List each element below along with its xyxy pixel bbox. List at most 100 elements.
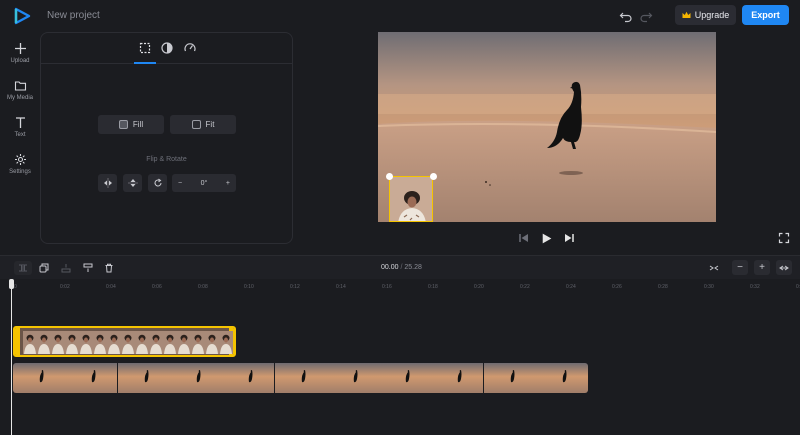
layer-up-icon	[83, 263, 93, 272]
clip-thumbnail	[135, 331, 149, 354]
trash-icon	[105, 263, 113, 273]
ruler-tick-label: 0:28	[658, 284, 668, 290]
ruler-tick-label: 0:04	[106, 284, 116, 290]
split-button[interactable]	[14, 261, 32, 275]
playhead[interactable]	[11, 285, 12, 435]
ruler-tick-label: 0	[14, 284, 17, 290]
clip-thumbnail	[37, 331, 51, 354]
rotation-stepper[interactable]: − 0° +	[172, 174, 236, 192]
duplicate-icon	[39, 263, 49, 273]
top-bar: New project Upgrade Export	[0, 0, 800, 32]
fit-timeline-button[interactable]	[706, 260, 722, 275]
move-down-button[interactable]	[58, 261, 74, 275]
sidebar-item-label: My Media	[6, 95, 33, 101]
contrast-icon[interactable]	[160, 41, 174, 55]
export-button[interactable]: Export	[742, 5, 789, 25]
clip-frame-thumbnail	[13, 363, 65, 393]
duplicate-button[interactable]	[36, 261, 52, 275]
crop-icon[interactable]	[138, 41, 152, 55]
fit-icon	[191, 120, 201, 129]
clip-frame-thumbnail	[326, 363, 379, 393]
crown-icon	[682, 11, 691, 18]
clip-trim-handle-left[interactable]	[15, 328, 20, 355]
undo-icon[interactable]	[619, 9, 633, 23]
flip-vertical-button[interactable]	[123, 174, 142, 192]
total-time: 25.28	[404, 264, 422, 271]
fit-label: Fit	[205, 120, 215, 129]
sidebar-item-settings[interactable]: Settings	[0, 149, 40, 183]
sidebar-item-label: Text	[14, 132, 26, 138]
overlay-video-clip[interactable]	[13, 326, 236, 357]
left-sidebar: Upload My Media Text Settings	[0, 32, 40, 254]
fit-button[interactable]: Fit	[170, 115, 236, 134]
main-video-clip[interactable]	[13, 363, 588, 393]
clip-thumbnail	[107, 331, 121, 354]
clip-thumbnail	[205, 331, 219, 354]
fullscreen-icon[interactable]	[778, 232, 790, 244]
ruler-tick-label: 0:32	[750, 284, 760, 290]
upgrade-button[interactable]: Upgrade	[675, 5, 736, 25]
fit-timeline-icon	[709, 265, 719, 270]
project-name[interactable]: New project	[47, 10, 100, 21]
speed-icon[interactable]	[183, 41, 197, 55]
skip-back-icon[interactable]	[518, 232, 530, 244]
plus-icon	[14, 43, 26, 54]
redo-icon[interactable]	[639, 9, 653, 23]
active-tab-indicator	[134, 62, 156, 64]
flip-vertical-icon	[128, 179, 137, 187]
fill-button[interactable]: Fill	[98, 115, 164, 134]
timecode: 00.00 / 25.28	[381, 264, 422, 271]
skip-forward-icon[interactable]	[563, 232, 575, 244]
overlay-clip-selection[interactable]	[389, 176, 433, 222]
clip-thumbnail	[149, 331, 163, 354]
rotate-button[interactable]	[148, 174, 167, 192]
rotate-decrement-button[interactable]: −	[178, 180, 182, 187]
flip-rotate-label: Flip & Rotate	[146, 156, 187, 163]
ruler-tick-label: 0:06	[152, 284, 162, 290]
clip-thumbnail	[121, 331, 135, 354]
clip-frame-thumbnail	[274, 363, 327, 393]
timeline-ruler[interactable]: 0 0:02 0:04 0:06 0:08 0:10 0:12 0:14 0:16 0:18 0:2…	[0, 279, 800, 293]
play-icon[interactable]	[540, 232, 553, 245]
clip-frame-thumbnail	[117, 363, 170, 393]
gear-icon	[14, 154, 26, 165]
time-separator: /	[400, 264, 403, 271]
rotate-increment-button[interactable]: +	[226, 180, 230, 187]
properties-panel: Fill Fit Flip & Rotate − 0° +	[40, 32, 293, 244]
delete-button[interactable]	[101, 261, 117, 275]
clip-frame-thumbnail	[222, 363, 275, 393]
ruler-tick-label: 0:24	[566, 284, 576, 290]
clip-frame-thumbnail	[536, 363, 588, 393]
move-up-button[interactable]	[80, 261, 96, 275]
sidebar-item-upload[interactable]: Upload	[0, 38, 40, 72]
expand-icon	[779, 265, 789, 270]
text-icon	[15, 117, 25, 128]
split-icon	[19, 264, 27, 272]
upgrade-label: Upgrade	[694, 10, 730, 20]
zoom-out-button[interactable]: −	[732, 260, 748, 275]
resize-handle-top-left[interactable]	[386, 173, 393, 180]
flip-horizontal-icon	[103, 178, 112, 188]
clip-thumbnail	[191, 331, 205, 354]
folder-icon	[14, 81, 26, 91]
ruler-tick-label: 0:20	[474, 284, 484, 290]
clip-thumbnail	[93, 331, 107, 354]
sidebar-item-label: Upload	[10, 58, 30, 64]
ruler-tick-label: 0:08	[198, 284, 208, 290]
flip-horizontal-button[interactable]	[98, 174, 117, 192]
zoom-in-button[interactable]: +	[754, 260, 770, 275]
ruler-tick-label: 0:16	[382, 284, 392, 290]
sidebar-item-text[interactable]: Text	[0, 112, 40, 146]
clip-thumbnail	[79, 331, 93, 354]
timeline-toolbar: 00.00 / 25.28 − +	[0, 255, 800, 279]
fill-label: Fill	[132, 120, 144, 129]
expand-timeline-button[interactable]	[776, 260, 792, 275]
rotate-icon	[154, 178, 161, 187]
app-logo-icon[interactable]	[13, 7, 31, 25]
clip-thumbnail	[65, 331, 79, 354]
sidebar-item-my-media[interactable]: My Media	[0, 75, 40, 109]
overlay-clip-image	[390, 177, 432, 221]
fill-icon	[118, 120, 128, 129]
resize-handle-top-right[interactable]	[430, 173, 437, 180]
clip-frame-thumbnail	[431, 363, 484, 393]
